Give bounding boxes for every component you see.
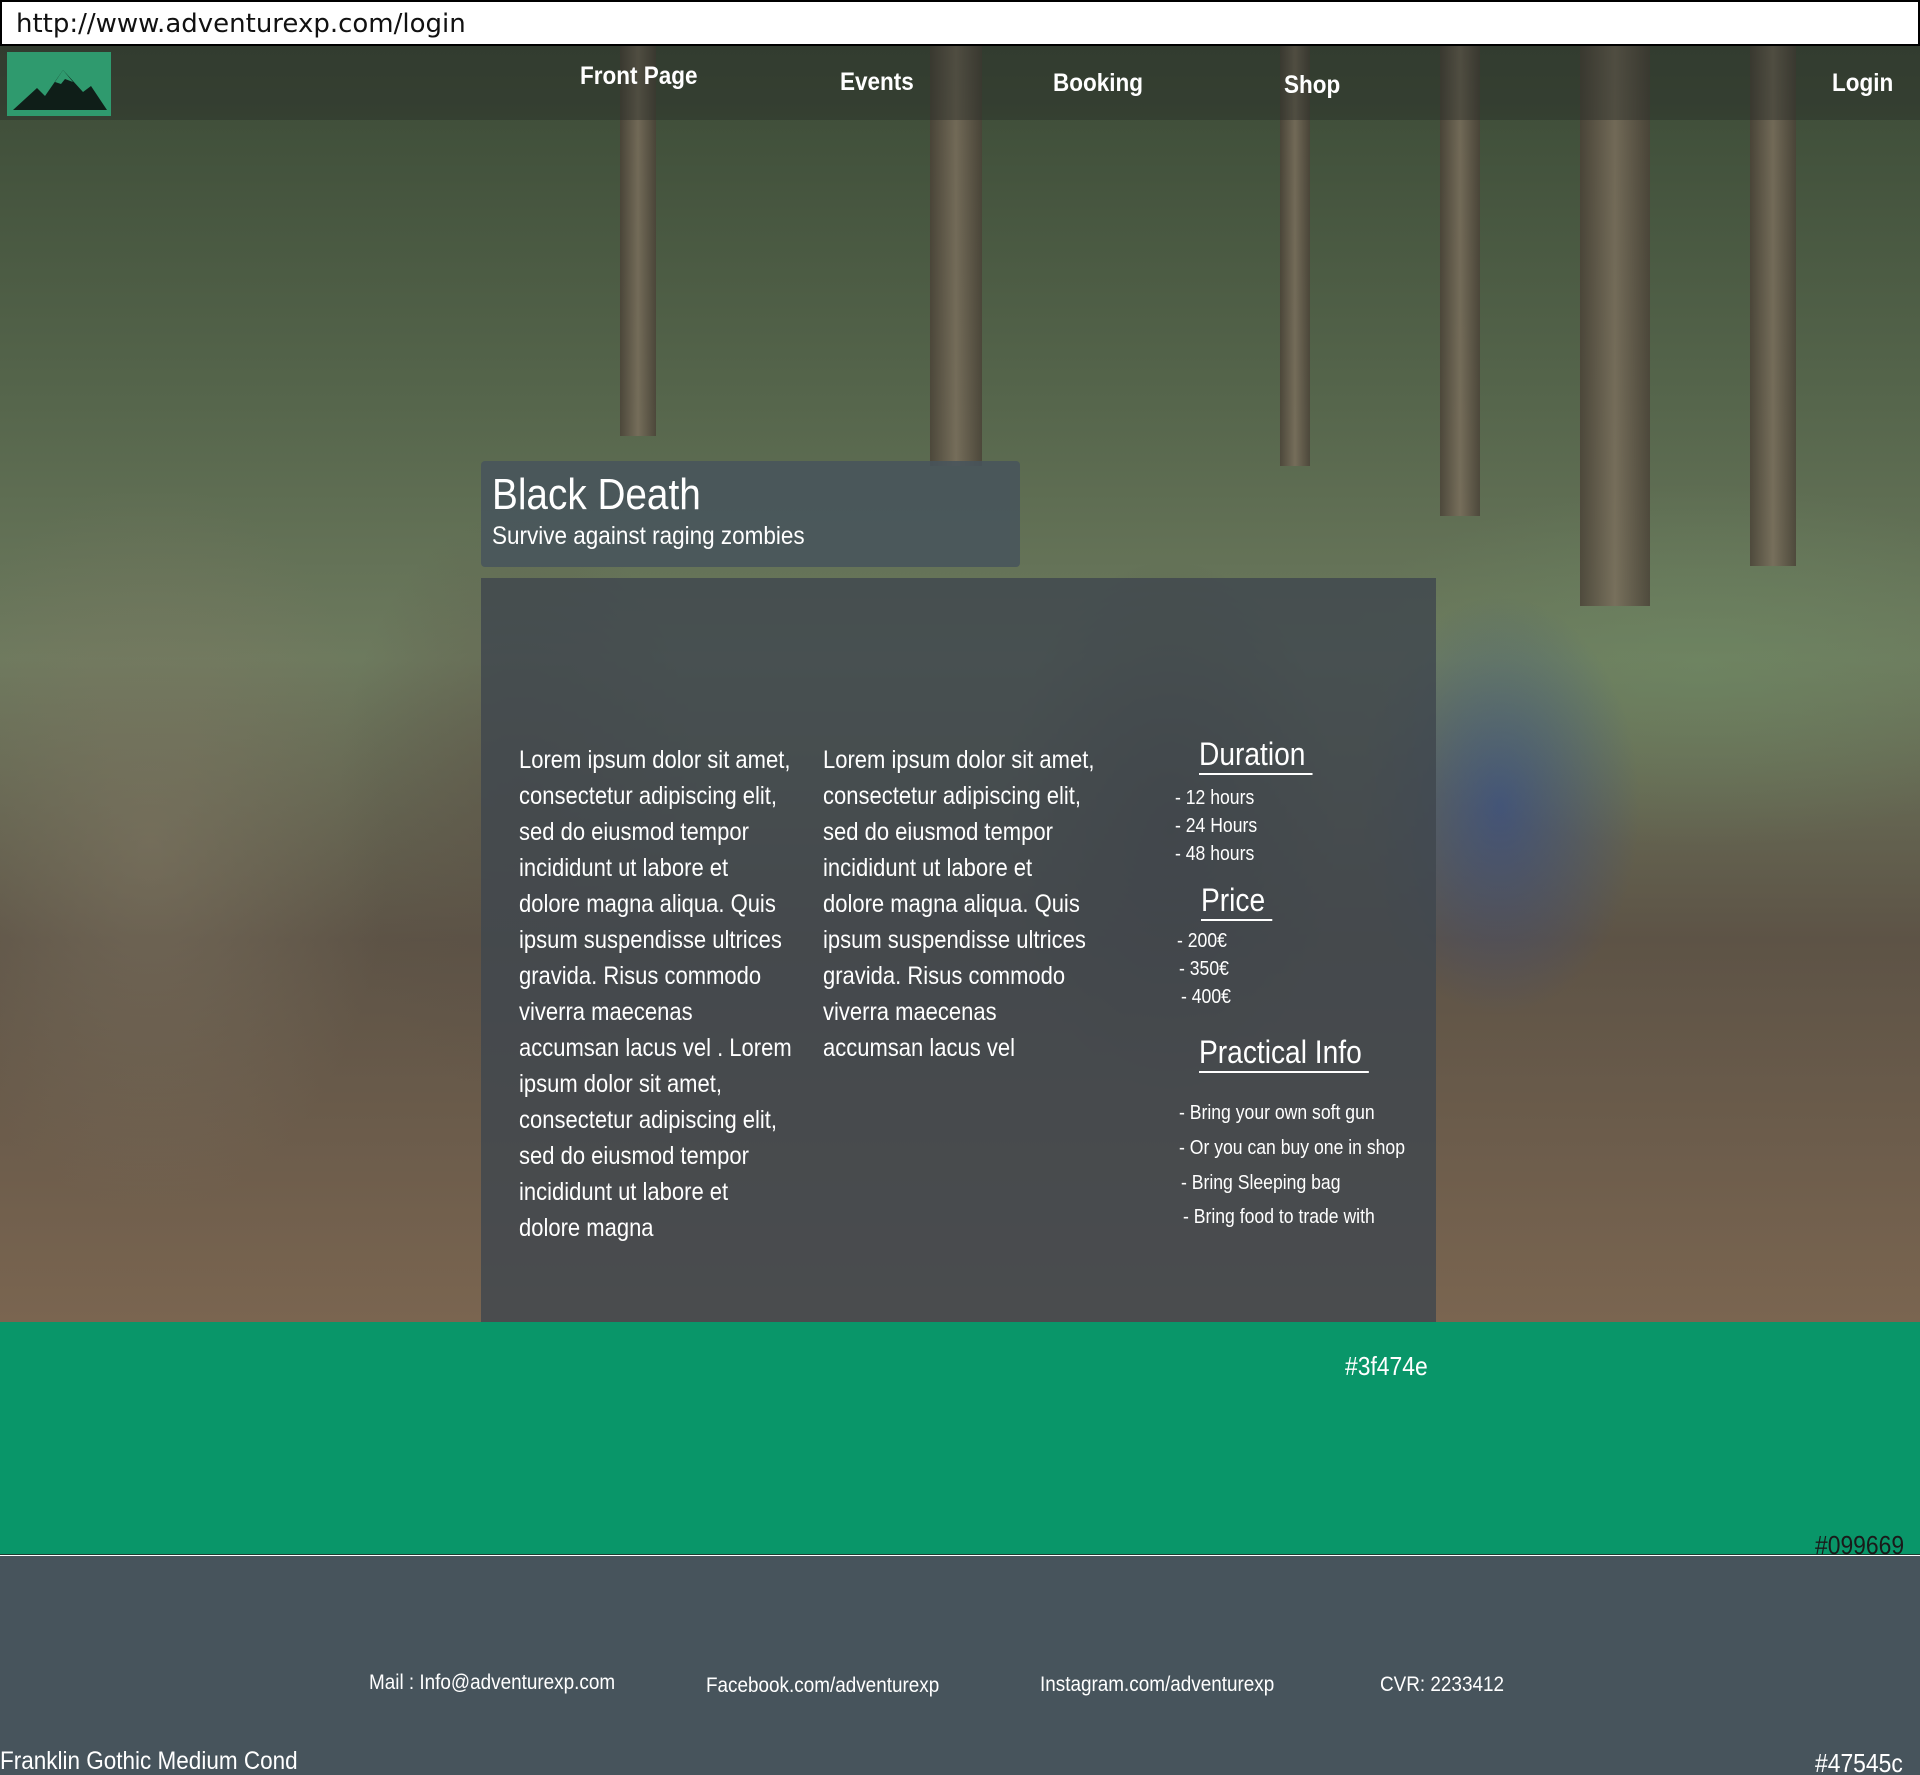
event-content-panel: Lorem ipsum dolor sit amet, consectetur … — [481, 578, 1436, 1375]
footer-cvr: CVR: 2233412 — [1380, 1673, 1504, 1696]
login-link[interactable]: Login — [1832, 69, 1893, 98]
event-subtitle: Survive against raging zombies — [492, 522, 805, 550]
nav-link-front-page[interactable]: Front Page — [580, 62, 698, 91]
footer-facebook-link[interactable]: Facebook.com/adventurexp — [706, 1674, 939, 1698]
footer-instagram-link[interactable]: Instagram.com/adventurexp — [1040, 1673, 1274, 1697]
footer-color-label: #47545c — [1815, 1748, 1903, 1775]
panel-color-label: #3f474e — [1345, 1351, 1428, 1381]
duration-item: - 24 Hours — [1175, 815, 1258, 837]
top-nav: Front Page Events Booking Shop Login — [0, 46, 1920, 120]
practical-info-item: - Bring food to trade with — [1183, 1206, 1375, 1228]
green-band — [0, 1322, 1920, 1555]
url-bar[interactable]: http://www.adventurexp.com/login — [0, 0, 1920, 46]
price-item: - 400€ — [1181, 986, 1231, 1008]
price-heading: Price — [1201, 881, 1273, 921]
description-column-1: Lorem ipsum dolor sit amet, consectetur … — [519, 746, 792, 1242]
nav-link-booking[interactable]: Booking — [1053, 69, 1143, 98]
duration-item: - 12 hours — [1175, 787, 1255, 809]
practical-info-item: - Bring your own soft gun — [1179, 1102, 1375, 1124]
duration-item: - 48 hours — [1175, 843, 1255, 865]
event-title-panel: Black Death Survive against raging zombi… — [481, 461, 1020, 567]
footer-mail-link[interactable]: Mail : Info@adventurexp.com — [369, 1671, 615, 1695]
practical-info-heading: Practical Info — [1199, 1033, 1369, 1073]
nav-link-shop[interactable]: Shop — [1284, 71, 1340, 100]
footer: Mail : Info@adventurexp.com Facebook.com… — [0, 1556, 1920, 1775]
nav-link-events[interactable]: Events — [840, 68, 914, 97]
practical-info-item: - Or you can buy one in shop — [1179, 1137, 1406, 1159]
duration-heading: Duration — [1199, 735, 1313, 775]
price-item: - 350€ — [1179, 958, 1229, 980]
font-note: Franklin Gothic Medium Cond — [0, 1747, 298, 1775]
practical-info-item: - Bring Sleeping bag — [1181, 1172, 1341, 1194]
logo-mountain-icon[interactable] — [7, 52, 111, 116]
event-title: Black Death — [492, 470, 701, 519]
description-column-2: Lorem ipsum dolor sit amet, consectetur … — [823, 746, 1095, 1062]
price-item: - 200€ — [1177, 930, 1227, 952]
